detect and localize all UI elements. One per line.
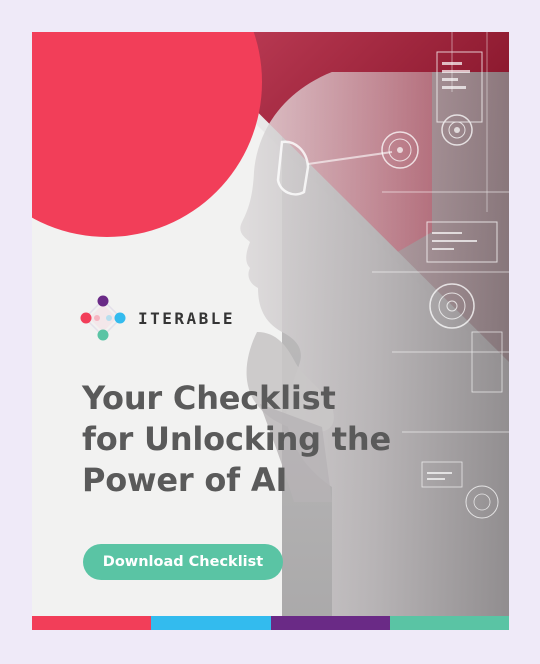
stripe-segment-purple xyxy=(270,616,390,630)
page-frame: ITERABLE Your Checklist for Unlocking th… xyxy=(0,0,540,664)
brand-wordmark: ITERABLE xyxy=(138,308,236,328)
headline-line-3: Power of AI xyxy=(82,461,288,499)
stripe-segment-pink xyxy=(32,616,152,630)
iterable-logo-icon xyxy=(80,295,126,341)
download-checklist-button[interactable]: Download Checklist xyxy=(83,544,283,580)
color-stripe xyxy=(32,616,509,630)
brand-logo[interactable]: ITERABLE xyxy=(80,295,235,341)
stripe-segment-teal xyxy=(389,616,509,630)
promo-card[interactable]: ITERABLE Your Checklist for Unlocking th… xyxy=(32,32,509,630)
headline: Your Checklist for Unlocking the Power o… xyxy=(82,378,412,501)
stripe-segment-blue xyxy=(151,616,271,630)
headline-line-2: for Unlocking the xyxy=(82,420,391,458)
headline-line-1: Your Checklist xyxy=(82,379,336,417)
